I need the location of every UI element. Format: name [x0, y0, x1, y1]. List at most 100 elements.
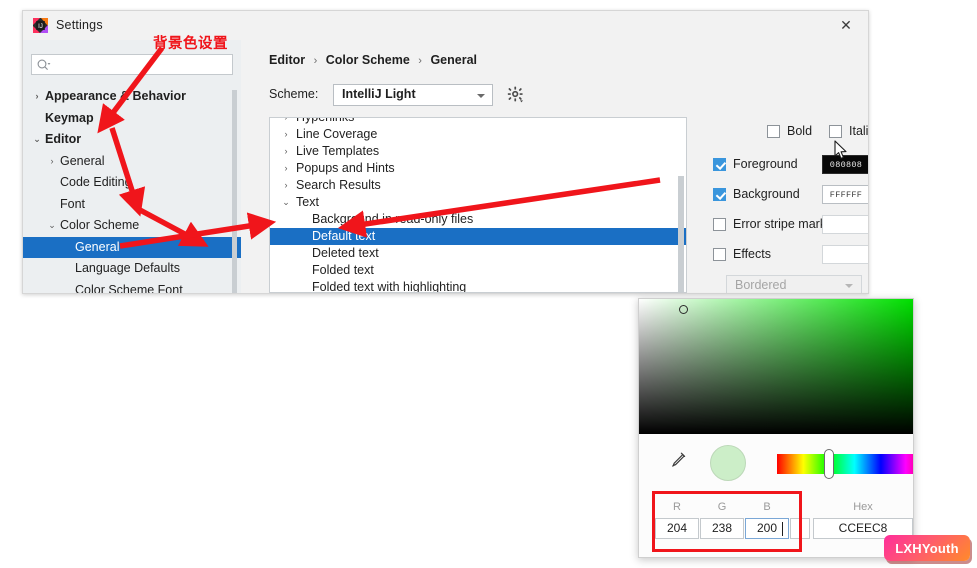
- sidebar-item-general-3[interactable]: › General: [23, 151, 241, 173]
- breadcrumb-color-scheme[interactable]: Color Scheme: [326, 53, 410, 67]
- color-tree-row-2[interactable]: › Live Templates: [270, 143, 686, 160]
- foreground-checkbox[interactable]: [713, 158, 726, 171]
- sidebar-item-label: Appearance & Behavior: [45, 89, 187, 103]
- g-input[interactable]: 238: [700, 518, 744, 539]
- window-title: Settings: [56, 18, 103, 32]
- chevron-down-icon: [477, 94, 485, 98]
- error-stripe-color-swatch[interactable]: [822, 215, 868, 234]
- sidebar-item-keymap-1[interactable]: Keymap: [23, 108, 241, 130]
- italic-label: Italic: [849, 124, 869, 138]
- color-picker-popup: R G B Hex 204 238 200 CCEEC8: [638, 298, 914, 558]
- color-tree-row-label: Line Coverage: [296, 127, 378, 141]
- sidebar-item-color-scheme-font-9[interactable]: Color Scheme Font: [23, 280, 241, 294]
- chevron-right-icon[interactable]: ›: [46, 151, 58, 173]
- sidebar-item-label: General: [75, 239, 120, 254]
- chevron-down-icon[interactable]: ⌄: [31, 129, 43, 151]
- effect-type-dropdown[interactable]: Bordered: [726, 275, 862, 293]
- gear-icon[interactable]: [507, 86, 524, 106]
- color-tree-row-7[interactable]: Default text: [270, 228, 686, 245]
- effects-checkbox[interactable]: [713, 248, 726, 261]
- chevron-down-icon[interactable]: ⌄: [46, 215, 58, 237]
- search-icon: [37, 59, 51, 75]
- color-tree-row-label: Hyperlinks: [296, 117, 355, 124]
- color-tree-row-label: Popups and Hints: [296, 161, 395, 175]
- sidebar-item-language-defaults-8[interactable]: Language Defaults: [23, 258, 241, 280]
- color-tree-row-8[interactable]: Deleted text: [270, 245, 686, 262]
- sidebar-item-code-editing-4[interactable]: Code Editing: [23, 172, 241, 194]
- r-input[interactable]: 204: [655, 518, 699, 539]
- color-tree-row-label: Folded text: [312, 263, 374, 277]
- b-input[interactable]: 200: [745, 518, 789, 539]
- color-tree-row-label: Folded text with highlighting: [312, 280, 467, 293]
- breadcrumb-editor[interactable]: Editor: [269, 53, 305, 67]
- search-box[interactable]: [31, 54, 233, 76]
- settings-category-tree[interactable]: › Appearance & Behavior Keymap ⌄ Editor › Gene…: [23, 86, 241, 293]
- sidebar-item-appearance-behavior-0[interactable]: › Appearance & Behavior: [23, 86, 241, 108]
- saturation-value-area[interactable]: [639, 299, 913, 434]
- sidebar-item-label: Keymap: [45, 110, 94, 125]
- settings-window: IJ Settings ✕ › Appearance & Behavior Keym…: [22, 10, 869, 294]
- effect-type-value: Bordered: [735, 278, 787, 292]
- scheme-dropdown[interactable]: IntelliJ Light: [333, 84, 493, 106]
- chevron-right-icon[interactable]: ›: [280, 118, 292, 126]
- sidebar-item-label: Editor: [45, 132, 82, 146]
- breadcrumb-separator-2: ›: [418, 55, 422, 67]
- sidebar-item-color-scheme-6[interactable]: ⌄ Color Scheme: [23, 215, 241, 237]
- color-tree-row-6[interactable]: Background in read-only files: [270, 211, 686, 228]
- breadcrumb-separator-1: ›: [313, 55, 318, 67]
- error-stripe-checkbox[interactable]: [713, 218, 726, 231]
- italic-checkbox[interactable]: [829, 125, 842, 138]
- sidebar-item-label: Font: [60, 196, 86, 211]
- foreground-label: Foreground: [733, 157, 798, 171]
- color-tree-row-label: Text: [296, 195, 319, 209]
- color-tree-row-10[interactable]: Folded text with highlighting: [270, 279, 686, 293]
- sv-black-gradient: [639, 299, 913, 434]
- sidebar-item-editor-2[interactable]: ⌄ Editor: [23, 129, 241, 151]
- mouse-pointer-icon: [834, 140, 848, 163]
- annotation-label: 背景色设置: [153, 36, 228, 52]
- effects-color-swatch[interactable]: [822, 245, 868, 264]
- chevron-down-icon[interactable]: ⌄: [280, 194, 292, 211]
- settings-content-pane: Editor › Color Scheme › General Scheme: …: [241, 40, 868, 293]
- chevron-right-icon[interactable]: ›: [280, 143, 292, 160]
- color-tree-row-label: Search Results: [296, 178, 381, 192]
- chevron-right-icon[interactable]: ›: [31, 86, 43, 108]
- color-tree-row-5[interactable]: ⌄ Text: [270, 194, 686, 211]
- alpha-input[interactable]: [790, 518, 810, 539]
- sidebar-scrollbar[interactable]: [232, 90, 237, 293]
- chevron-right-icon[interactable]: ›: [280, 160, 292, 177]
- sidebar-item-font-5[interactable]: Font: [23, 194, 241, 216]
- background-color-swatch[interactable]: FFFFFF: [822, 185, 868, 204]
- chevron-right-icon[interactable]: ›: [280, 177, 292, 194]
- close-icon[interactable]: ✕: [824, 11, 868, 40]
- scheme-label: Scheme:: [269, 87, 319, 101]
- hue-slider[interactable]: [777, 454, 913, 474]
- color-tree-scrollbar[interactable]: [678, 176, 684, 292]
- chevron-down-icon: [845, 284, 853, 288]
- sidebar-item-general-7[interactable]: General: [23, 236, 241, 258]
- eyedropper-icon[interactable]: [670, 451, 687, 471]
- color-tree-row-4[interactable]: › Search Results: [270, 177, 686, 194]
- hex-label: Hex: [853, 501, 873, 513]
- settings-sidebar: › Appearance & Behavior Keymap ⌄ Editor › Gene…: [23, 40, 241, 293]
- color-tree-row-1[interactable]: › Line Coverage: [270, 126, 686, 143]
- background-checkbox[interactable]: [713, 188, 726, 201]
- color-tree-row-0[interactable]: › Hyperlinks: [270, 117, 686, 126]
- sidebar-item-label: Color Scheme: [60, 218, 140, 232]
- color-tree-row-3[interactable]: › Popups and Hints: [270, 160, 686, 177]
- error-stripe-label: Error stripe mark: [733, 217, 827, 231]
- sidebar-item-label: Language Defaults: [75, 261, 180, 275]
- intellij-idea-icon: IJ: [33, 18, 48, 33]
- bold-checkbox[interactable]: [767, 125, 780, 138]
- sv-selection-handle[interactable]: [679, 305, 688, 314]
- color-tree-row-label: Deleted text: [312, 246, 379, 260]
- color-tree-row-9[interactable]: Folded text: [270, 262, 686, 279]
- search-input[interactable]: [56, 55, 232, 76]
- g-label: G: [717, 501, 727, 513]
- hue-slider-thumb[interactable]: [824, 449, 834, 479]
- bold-label: Bold: [787, 124, 813, 138]
- chevron-right-icon[interactable]: ›: [280, 126, 292, 143]
- color-attribute-tree[interactable]: › Hyperlinks › Line Coverage › Live Templates…: [270, 117, 686, 293]
- breadcrumb: Editor › Color Scheme › General: [269, 53, 477, 67]
- sidebar-item-label: Color Scheme Font: [75, 282, 183, 294]
